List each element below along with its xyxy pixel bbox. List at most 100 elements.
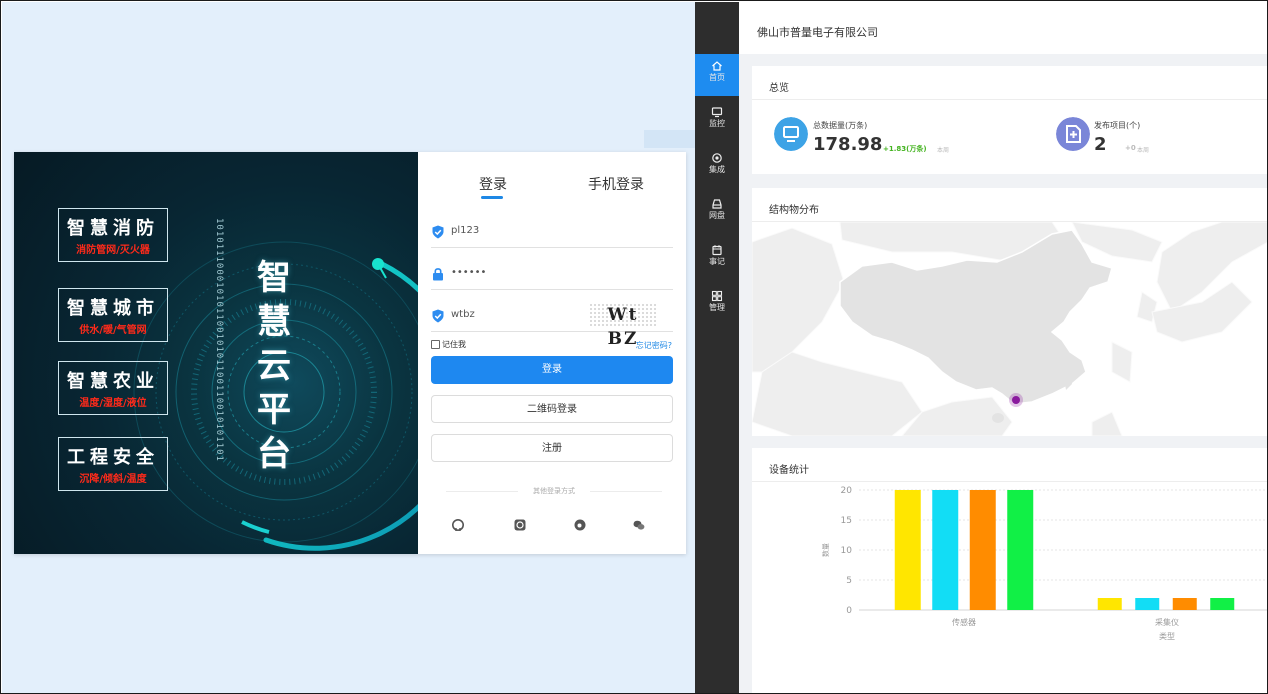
feature-engineering-safety: 工程安全 沉降/倾斜/温度 [58, 437, 168, 491]
bar [969, 490, 996, 610]
checkbox-box[interactable] [431, 340, 440, 349]
china-map[interactable] [752, 222, 1268, 436]
bar [1097, 598, 1122, 610]
username-field[interactable]: pl123 [431, 218, 673, 248]
forgot-password-link[interactable]: 忘记密码? [636, 340, 672, 351]
wechat-icon[interactable] [632, 518, 646, 532]
sidebar-item-disk[interactable]: 网盘 [695, 192, 739, 234]
bar [894, 490, 921, 610]
vertical-title-char: 平 [257, 390, 291, 430]
add-file-icon [1056, 117, 1090, 151]
sidebar-item-label: 监控 [709, 119, 725, 128]
y-tick-label: 10 [841, 546, 853, 556]
sidebar-item-management[interactable]: 管理 [695, 284, 739, 326]
calendar-icon [712, 245, 722, 256]
sidebar-item-label: 事记 [709, 257, 725, 266]
feature-smart-agriculture: 智慧农业 温度/湿度/液位 [58, 361, 168, 415]
sidebar-item-label: 首页 [709, 73, 725, 82]
lock-icon [433, 268, 443, 281]
device-bar-chart: 0 5 10 15 20 数量传感器 采集仪类型 [821, 486, 1267, 641]
card-header: 总览 [752, 66, 1267, 100]
bar [1007, 490, 1034, 610]
github-icon[interactable] [451, 518, 465, 532]
sidebar: 首页 监控 集成 网盘 事记 管理 [695, 2, 739, 693]
sidebar-item-integration[interactable]: 集成 [695, 146, 739, 188]
vertical-title-char: 智 [257, 258, 291, 298]
y-tick-label: 0 [846, 606, 852, 616]
sidebar-item-home[interactable]: 首页 [695, 54, 739, 96]
device-stats-title: 设备统计 [769, 465, 809, 476]
map-view[interactable] [752, 222, 1268, 436]
background-stripe [644, 130, 695, 148]
y-axis-label: 数量 [821, 543, 830, 557]
stat-delta: +0 [1125, 144, 1136, 152]
remember-me-label: 记住我 [442, 340, 466, 349]
grid-icon [711, 290, 723, 302]
y-tick-label: 5 [846, 576, 852, 586]
vertical-title-char: 云 [257, 346, 291, 386]
company-name: 佛山市普量电子有限公司 [757, 26, 878, 39]
x-axis-label: 类型 [1159, 631, 1175, 641]
username-value: pl123 [451, 225, 480, 236]
sidebar-item-events[interactable]: 事记 [695, 238, 739, 280]
login-card: 智慧消防 消防管网/灭火器 智慧城市 供水/暖/气管网 智慧农业 温度/湿度/液… [14, 152, 686, 554]
weibo-icon[interactable] [573, 518, 587, 532]
bar [932, 490, 959, 610]
location-marker[interactable] [1012, 396, 1020, 404]
feature-subtitle: 供水/暖/气管网 [79, 325, 147, 336]
y-tick-label: 20 [841, 486, 853, 496]
stat-period: 本周 [1137, 147, 1150, 154]
binary-decoration: 10101110001010110010101100110010101101 [214, 218, 224, 462]
tab-account-login[interactable]: 登录 [479, 174, 507, 194]
feature-smart-city: 智慧城市 供水/暖/气管网 [58, 288, 168, 342]
card-header: 设备统计 [752, 448, 1267, 482]
stat-value: 178.98 [813, 134, 883, 155]
stat-value: 2 [1094, 134, 1107, 155]
bar [1135, 598, 1160, 610]
structure-map-card: 结构物分布 [752, 188, 1268, 436]
sidebar-item-label: 管理 [709, 303, 725, 312]
password-field[interactable]: •••••• [431, 260, 673, 290]
monitor-icon [711, 107, 723, 118]
divider [446, 491, 518, 492]
feature-title: 智慧城市 [67, 298, 159, 319]
qr-login-button[interactable]: 二维码登录 [431, 395, 673, 423]
promo-banner: 智慧消防 消防管网/灭火器 智慧城市 供水/暖/气管网 智慧农业 温度/湿度/液… [14, 152, 418, 554]
shield-check-icon [432, 309, 444, 323]
feature-title: 智慧农业 [67, 371, 159, 392]
active-tab-indicator [481, 196, 503, 199]
map-title: 结构物分布 [769, 205, 819, 216]
captcha-image[interactable]: Wt BZ [589, 303, 657, 349]
login-button[interactable]: 登录 [431, 356, 673, 384]
captcha-field[interactable]: wtbz Wt BZ [431, 302, 673, 349]
dashboard: 首页 监控 集成 网盘 事记 管理 佛山市普量电子有限公司 总览 总数据量(万条… [695, 2, 1268, 693]
stat-label: 总数据量(万条) [813, 121, 868, 130]
login-form: 登录 手机登录 pl123 •••••• wtbz Wt BZ 记住我 忘记密码… [418, 152, 686, 554]
feature-title: 工程安全 [67, 447, 159, 468]
x-tick-label: 采集仪 [1155, 617, 1179, 627]
sidebar-item-label: 网盘 [709, 211, 725, 220]
login-page: 智慧消防 消防管网/灭火器 智慧城市 供水/暖/气管网 智慧农业 温度/湿度/液… [2, 2, 695, 693]
sidebar-item-monitor[interactable]: 监控 [695, 100, 739, 142]
qq-icon[interactable] [513, 518, 527, 532]
vertical-title: 智 慧 云 平 台 [252, 256, 296, 476]
feature-subtitle: 温度/湿度/液位 [79, 398, 147, 409]
screenshot-frame: 智慧消防 消防管网/灭火器 智慧城市 供水/暖/气管网 智慧农业 温度/湿度/液… [0, 0, 1268, 694]
vertical-title-char: 台 [257, 434, 291, 474]
integration-icon [712, 153, 722, 163]
device-stats-card: 设备统计 0 5 10 15 20 数量 传感器 采集仪 类型 [752, 448, 1267, 693]
monitor-icon [774, 117, 808, 151]
feature-title: 智慧消防 [67, 218, 159, 239]
tab-phone-login[interactable]: 手机登录 [588, 174, 644, 194]
x-tick-label: 传感器 [952, 617, 976, 627]
bar [1172, 598, 1197, 610]
feature-fire-protection: 智慧消防 消防管网/灭火器 [58, 208, 168, 262]
sidebar-item-label: 集成 [709, 165, 725, 174]
top-bar: 佛山市普量电子有限公司 [739, 2, 1267, 54]
remember-me-checkbox[interactable]: 记住我 [431, 339, 466, 350]
home-icon [712, 61, 722, 71]
vertical-title-char: 慧 [257, 302, 291, 342]
stat-delta: +1.83(万条) [883, 145, 927, 153]
shield-check-icon [432, 225, 444, 239]
register-button[interactable]: 注册 [431, 434, 673, 462]
